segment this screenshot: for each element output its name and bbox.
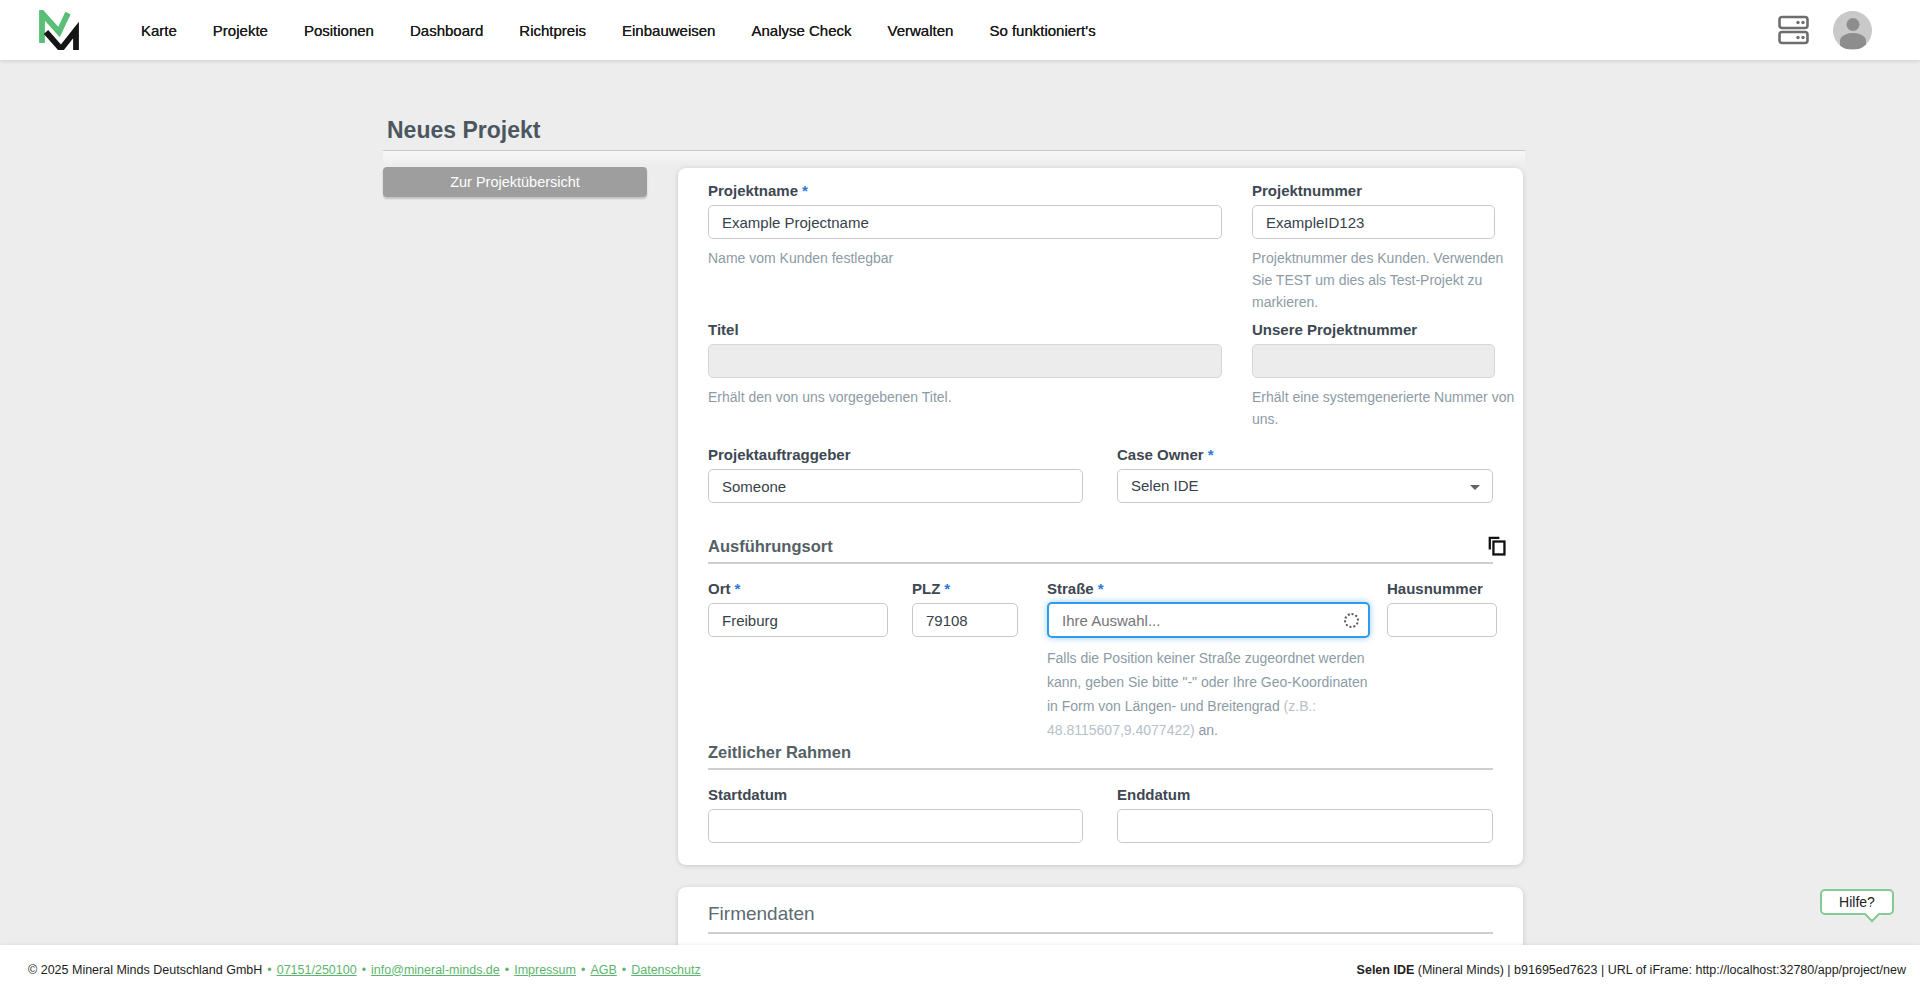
titel-label: Titel [708,321,739,338]
required-asterisk: * [1208,446,1214,463]
enddatum-label: Enddatum [1117,786,1190,803]
footer-copyright: © 2025 Mineral Minds Deutschland GmbH [28,963,262,977]
nav-item[interactable]: Verwalten [888,22,954,39]
hausnummer-label: Hausnummer [1387,580,1483,597]
titel-helper: Erhält den von uns vorgegebenen Titel. [708,386,1222,408]
unsere-projektnummer-label: Unsere Projektnummer [1252,321,1417,338]
nav-item[interactable]: Karte [141,22,177,39]
title-divider [383,150,1525,151]
ort-input[interactable] [708,603,888,637]
projektauftraggeber-input[interactable] [708,469,1083,503]
case-owner-select[interactable]: Selen IDE [1117,469,1493,503]
nav-item[interactable]: Projekte [213,22,268,39]
plz-label: PLZ [912,580,940,597]
projektname-helper: Name vom Kunden festlegbar [708,247,1222,269]
plz-input[interactable] [912,603,1018,637]
nav-item[interactable]: Positionen [304,22,374,39]
hausnummer-input[interactable] [1387,603,1497,637]
unsere-projektnummer-helper: Erhält eine systemgenerierte Nummer von … [1252,386,1524,430]
strasse-input[interactable] [1047,602,1370,638]
nav-item[interactable]: Richtpreis [519,22,586,39]
projektname-input[interactable] [708,205,1222,239]
projektnummer-label: Projektnummer [1252,182,1362,199]
nav-item[interactable]: So funktioniert's [989,22,1095,39]
projektauftraggeber-label: Projektauftraggeber [708,446,851,463]
navbar: Karte Projekte Positionen Dashboard Richtpre… [0,0,1920,60]
help-button[interactable]: Hilfe? [1820,889,1894,915]
footer-agb-link[interactable]: AGB [590,963,616,977]
section-zeitlicher-rahmen: Zeitlicher Rahmen [708,744,1493,760]
nav-menu: Karte Projekte Positionen Dashboard Richtpre… [141,22,1096,39]
startdatum-input[interactable] [708,809,1083,843]
projektname-label: Projektname [708,182,798,199]
nav-item[interactable]: Analyse Check [751,22,851,39]
footer-session-info: Selen IDE (Mineral Minds) | b91695ed7623… [1357,963,1906,977]
footer-phone-link[interactable]: 07151/250100 [277,963,357,977]
projektnummer-helper: Projektnummer des Kunden. Verwenden Sie … [1252,247,1524,313]
required-asterisk: * [944,580,950,597]
projektnummer-input[interactable] [1252,205,1495,239]
strasse-helper: Falls die Position keiner Straße zugeord… [1047,646,1370,742]
user-avatar[interactable] [1833,11,1872,50]
footer-impressum-link[interactable]: Impressum [514,963,576,977]
strasse-label: Straße [1047,580,1094,597]
mineral-minds-logo[interactable] [38,10,82,50]
server-icon[interactable] [1778,15,1809,45]
nav-item[interactable]: Dashboard [410,22,483,39]
section-firmendaten: Firmendaten [708,903,815,925]
case-owner-label: Case Owner [1117,446,1204,463]
nav-item[interactable]: Einbauweisen [622,22,715,39]
required-asterisk: * [735,580,741,597]
project-form-card: Projektname* Name vom Kunden festlegbar … [678,168,1523,865]
startdatum-label: Startdatum [708,786,787,803]
ort-label: Ort [708,580,731,597]
enddatum-input[interactable] [1117,809,1493,843]
footer-datenschutz-link[interactable]: Datenschutz [631,963,700,977]
section-ausfuehrungsort: Ausführungsort [708,538,1493,554]
footer-email-link[interactable]: info@mineral-minds.de [371,963,500,977]
titel-input [708,344,1222,378]
copy-icon[interactable] [1485,535,1508,558]
page-title: Neues Projekt [387,117,540,144]
back-to-projects-button[interactable]: Zur Projektübersicht [383,167,647,197]
loading-spinner-icon [1344,613,1359,628]
required-asterisk: * [1098,580,1104,597]
avatar-person-icon [1846,18,1859,31]
chevron-down-icon [1470,485,1480,490]
unsere-projektnummer-input [1252,344,1495,378]
footer: © 2025 Mineral Minds Deutschland GmbH•07… [0,945,1920,994]
required-asterisk: * [802,182,808,199]
